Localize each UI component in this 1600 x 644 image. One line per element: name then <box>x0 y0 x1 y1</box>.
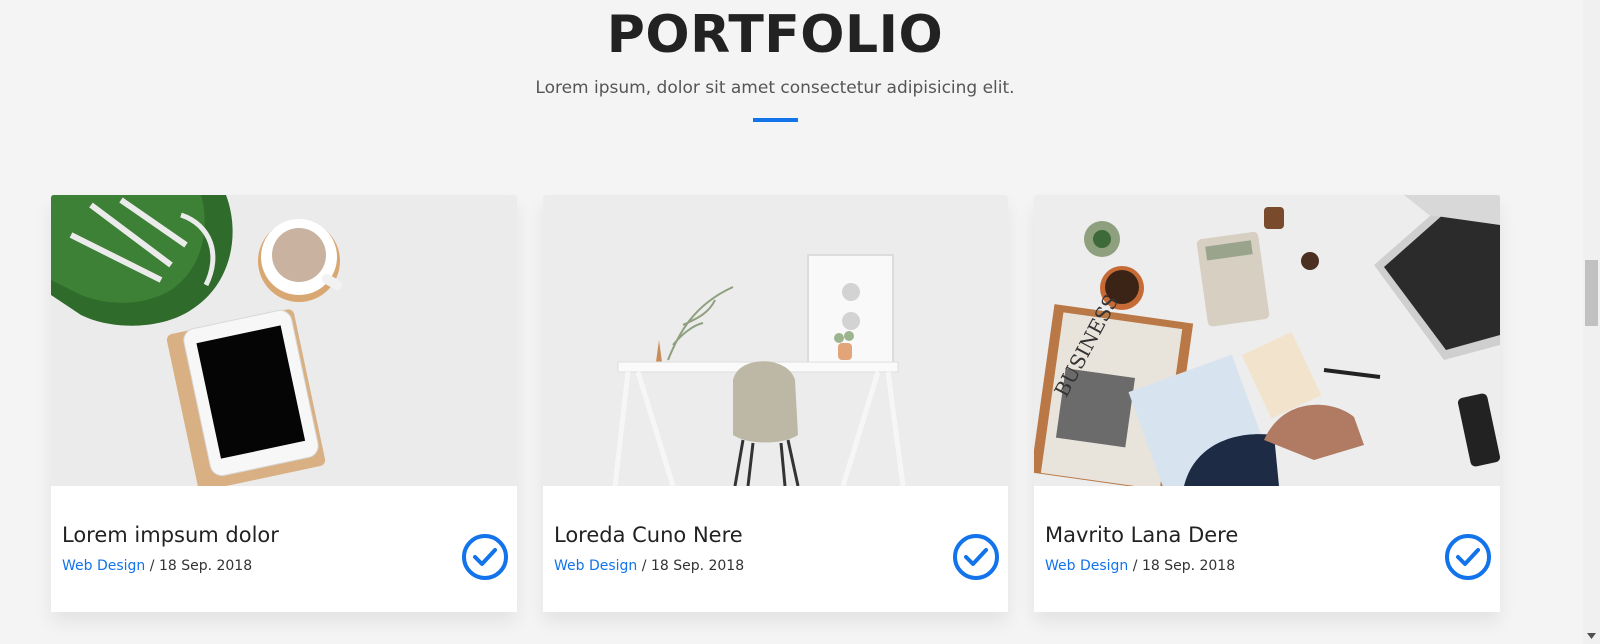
title-underline <box>753 118 798 122</box>
portfolio-page: PORTFOLIO Lorem ipsum, dolor sit amet co… <box>0 0 1550 644</box>
section-subtitle: Lorem ipsum, dolor sit amet consectetur … <box>535 78 1015 98</box>
portfolio-image-business-desk[interactable]: BUSINESS <box>1034 195 1500 486</box>
scrollbar-thumb[interactable] <box>1585 260 1598 326</box>
portfolio-image-desk-chair[interactable] <box>543 195 1008 486</box>
portfolio-card[interactable]: BUSINESS Mavrito Lana Dere Web Design / … <box>1034 195 1500 612</box>
card-title: Loreda Cuno Nere <box>554 523 743 547</box>
portfolio-image-tablet-desk[interactable] <box>51 195 517 486</box>
meta-separator: / <box>1128 558 1142 574</box>
meta-separator: / <box>145 558 159 574</box>
card-meta: Web Design / 18 Sep. 2018 <box>62 556 252 576</box>
section-title: PORTFOLIO <box>606 5 944 65</box>
portfolio-card[interactable]: Loreda Cuno Nere Web Design / 18 Sep. 20… <box>543 195 1008 612</box>
check-circle-icon[interactable] <box>462 534 508 580</box>
card-date: 18 Sep. 2018 <box>158 558 253 574</box>
category-link[interactable]: Web Design <box>62 558 145 574</box>
card-title: Mavrito Lana Dere <box>1045 523 1239 547</box>
meta-separator: / <box>637 558 651 574</box>
scroll-down-arrow-icon[interactable] <box>1583 627 1600 644</box>
category-link[interactable]: Web Design <box>554 558 637 574</box>
portfolio-card[interactable]: Lorem impsum dolor Web Design / 18 Sep. … <box>51 195 517 612</box>
card-meta: Web Design / 18 Sep. 2018 <box>1045 556 1235 576</box>
category-link[interactable]: Web Design <box>1045 558 1128 574</box>
vertical-scrollbar[interactable] <box>1583 0 1600 644</box>
card-date: 18 Sep. 2018 <box>1141 558 1236 574</box>
card-date: 18 Sep. 2018 <box>650 558 745 574</box>
check-circle-icon[interactable] <box>953 534 999 580</box>
card-title: Lorem impsum dolor <box>62 523 279 547</box>
check-circle-icon[interactable] <box>1445 534 1491 580</box>
card-meta: Web Design / 18 Sep. 2018 <box>554 556 744 576</box>
